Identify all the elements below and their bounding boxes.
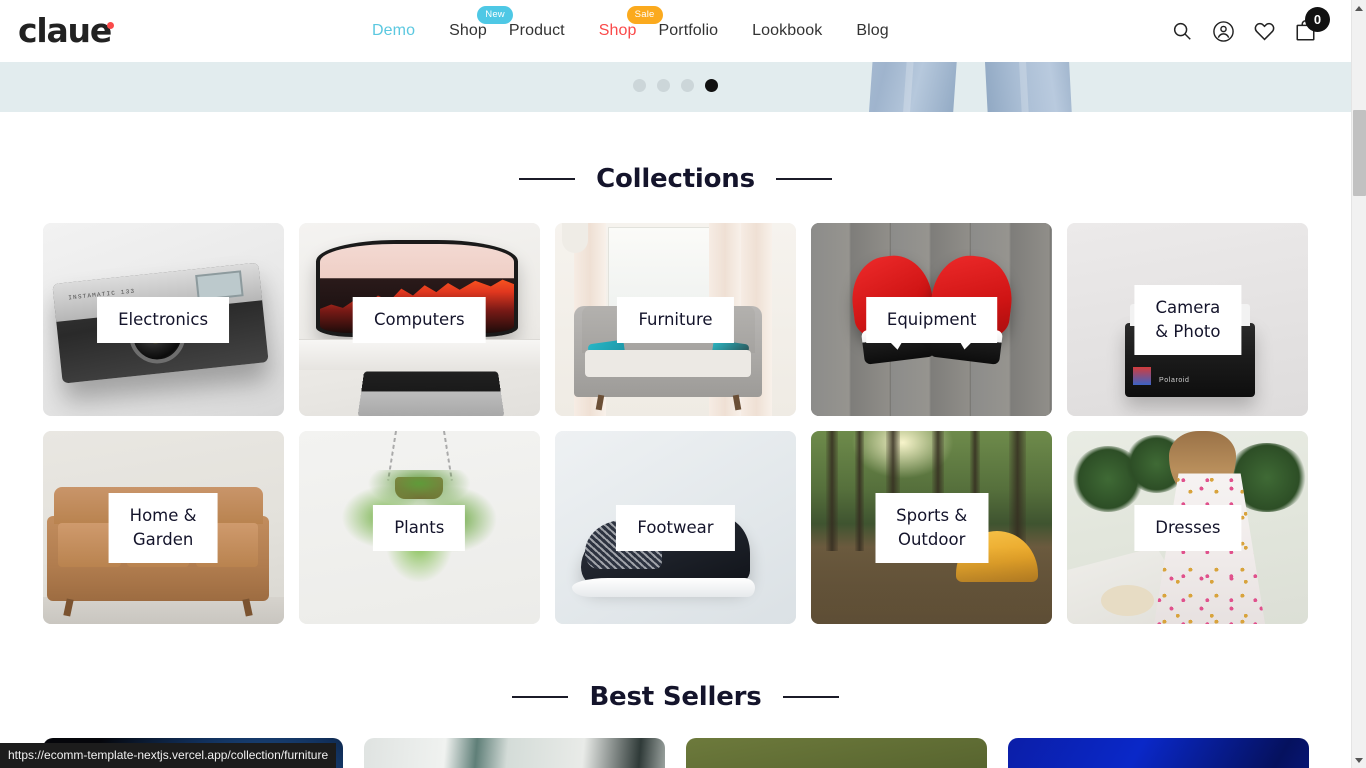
collection-card-sports-outdoor[interactable]: Sports & Outdoor xyxy=(811,431,1053,624)
carousel-dot-1[interactable] xyxy=(633,79,646,92)
collections-title: Collections xyxy=(596,164,755,194)
collection-label: Footwear xyxy=(616,504,735,551)
nav-item-blog[interactable]: Blog xyxy=(856,22,888,40)
best-sellers-heading: Best Sellers xyxy=(0,682,1351,712)
collections-grid: INSTAMATIC 133 Electronics Computers Fur… xyxy=(42,223,1309,624)
product-card[interactable] xyxy=(686,738,987,768)
collection-card-equipment[interactable]: Equipment xyxy=(811,223,1053,416)
header-actions: 0 xyxy=(1170,0,1330,62)
cart-icon[interactable]: 0 xyxy=(1293,7,1330,43)
tree-art xyxy=(825,431,838,551)
heading-rule-right xyxy=(782,696,839,698)
collection-card-camera-photo[interactable]: Polaroid Camera & Photo xyxy=(1067,223,1309,416)
laptop-art xyxy=(357,371,505,416)
nav-label: Lookbook xyxy=(752,22,823,39)
nav-label: Portfolio xyxy=(658,22,719,39)
browser-viewport: claue Demo Shop New Product Shop Sale Po… xyxy=(0,0,1366,768)
collection-label: Sports & Outdoor xyxy=(875,492,989,563)
product-card[interactable] xyxy=(1007,738,1309,768)
collection-label: Home & Garden xyxy=(108,492,218,563)
collection-card-furniture[interactable]: Furniture xyxy=(554,223,797,416)
nav-item-demo[interactable]: Demo xyxy=(372,22,415,40)
heading-rule-right xyxy=(775,178,832,180)
collection-label: Equipment xyxy=(865,296,998,343)
logo-text: claue xyxy=(18,11,112,50)
heading-rule-left xyxy=(512,696,569,698)
status-bar-url: https://ecomm-template-nextjs.vercel.app… xyxy=(0,743,337,768)
page-content: claue Demo Shop New Product Shop Sale Po… xyxy=(0,0,1351,768)
site-header: claue Demo Shop New Product Shop Sale Po… xyxy=(0,0,1351,62)
collection-label: Dresses xyxy=(1134,504,1242,551)
nav-item-portfolio[interactable]: Portfolio xyxy=(659,22,719,40)
vertical-scrollbar[interactable] xyxy=(1351,0,1366,768)
search-icon[interactable] xyxy=(1170,19,1194,43)
site-logo[interactable]: claue xyxy=(18,11,115,51)
nav-label: Product xyxy=(508,22,565,39)
collections-heading: Collections xyxy=(0,164,1351,194)
desk-art xyxy=(298,338,540,370)
collection-card-home-garden[interactable]: Home & Garden xyxy=(42,431,284,624)
wishlist-icon[interactable] xyxy=(1252,19,1276,43)
nav-item-product[interactable]: Product xyxy=(509,22,565,40)
collection-card-plants[interactable]: Plants xyxy=(298,431,540,624)
nav-badge-sale: Sale xyxy=(626,6,663,24)
tree-art xyxy=(854,431,865,551)
cart-count-badge: 0 xyxy=(1305,7,1330,32)
nav-item-shop-sale[interactable]: Shop Sale xyxy=(598,6,663,40)
carousel-dot-3[interactable] xyxy=(681,79,694,92)
carousel-dot-2[interactable] xyxy=(657,79,670,92)
collection-label: Electronics xyxy=(97,296,230,343)
polaroid-brand-art: Polaroid xyxy=(1159,376,1190,384)
collection-card-dresses[interactable]: Dresses xyxy=(1067,431,1309,624)
nav-label: Shop xyxy=(449,22,487,39)
hero-carousel xyxy=(0,62,1351,112)
heading-rule-left xyxy=(519,178,576,180)
scroll-down-arrow-icon[interactable] xyxy=(1352,752,1366,768)
nav-item-shop-new[interactable]: Shop New xyxy=(449,6,513,40)
nav-badge-new: New xyxy=(477,6,513,24)
lamp-art xyxy=(562,223,589,253)
polaroid-stripe-art xyxy=(1132,367,1152,385)
carousel-dot-4-active[interactable] xyxy=(705,79,718,92)
account-icon[interactable] xyxy=(1211,19,1235,43)
collection-card-electronics[interactable]: INSTAMATIC 133 Electronics xyxy=(42,223,284,416)
product-card[interactable] xyxy=(364,738,665,768)
sneaker-sole-art xyxy=(571,577,756,597)
collection-card-computers[interactable]: Computers xyxy=(298,223,540,416)
scrollbar-thumb[interactable] xyxy=(1353,110,1366,196)
sofa-seat-art xyxy=(585,349,752,377)
logo-dot-icon xyxy=(107,22,115,29)
scroll-up-arrow-icon[interactable] xyxy=(1352,0,1366,16)
collection-label: Plants xyxy=(373,504,466,551)
tree-art xyxy=(1008,431,1026,551)
carousel-dots xyxy=(0,79,1351,92)
collection-label: Furniture xyxy=(617,296,734,343)
nav-label: Shop xyxy=(598,22,637,39)
collection-card-footwear[interactable]: Footwear xyxy=(554,431,797,624)
nav-item-lookbook[interactable]: Lookbook xyxy=(752,22,822,40)
nav-label: Demo xyxy=(372,22,416,39)
collection-label: Camera & Photo xyxy=(1134,284,1242,355)
nav-label: Blog xyxy=(856,22,889,39)
main-navigation: Demo Shop New Product Shop Sale Portfoli… xyxy=(372,0,889,62)
best-sellers-title: Best Sellers xyxy=(589,682,762,712)
collection-label: Computers xyxy=(352,296,486,343)
